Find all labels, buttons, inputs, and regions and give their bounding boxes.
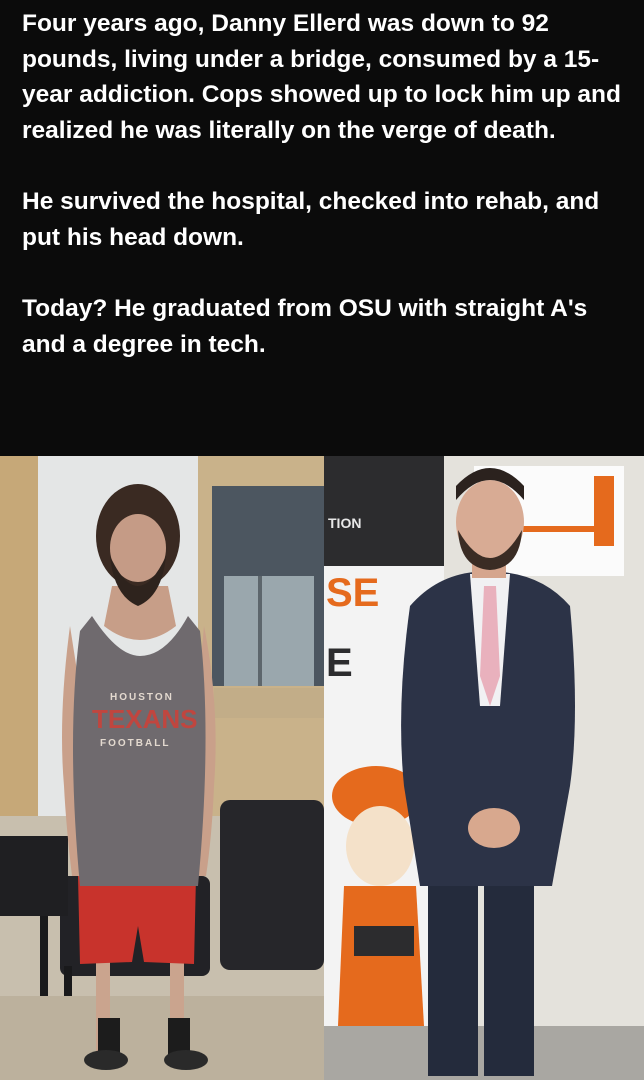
before-after-photo[interactable]: HOUSTON TEXANS FOOTBALL TION SE E: [0, 456, 644, 1080]
shirt-text-football: FOOTBALL: [100, 738, 170, 749]
before-photo: HOUSTON TEXANS FOOTBALL: [0, 456, 324, 1080]
banner-text-2: SE: [326, 571, 379, 615]
before-photo-illustration: HOUSTON TEXANS FOOTBALL: [0, 456, 324, 1080]
caption-paragraph-1: Four years ago, Danny Ellerd was down to…: [22, 10, 621, 144]
caption-paragraph-3: Today? He graduated from OSU with straig…: [22, 295, 588, 358]
after-photo-illustration: TION SE E: [324, 456, 644, 1080]
banner-text-1: TION: [328, 515, 361, 531]
shirt-text-texans: TEXANS: [92, 704, 197, 734]
banner-text-3: E: [326, 641, 353, 685]
post-caption: Four years ago, Danny Ellerd was down to…: [22, 6, 622, 362]
shirt-text-houston: HOUSTON: [110, 692, 174, 703]
after-photo: TION SE E: [324, 456, 644, 1080]
caption-paragraph-2: He survived the hospital, checked into r…: [22, 188, 600, 251]
